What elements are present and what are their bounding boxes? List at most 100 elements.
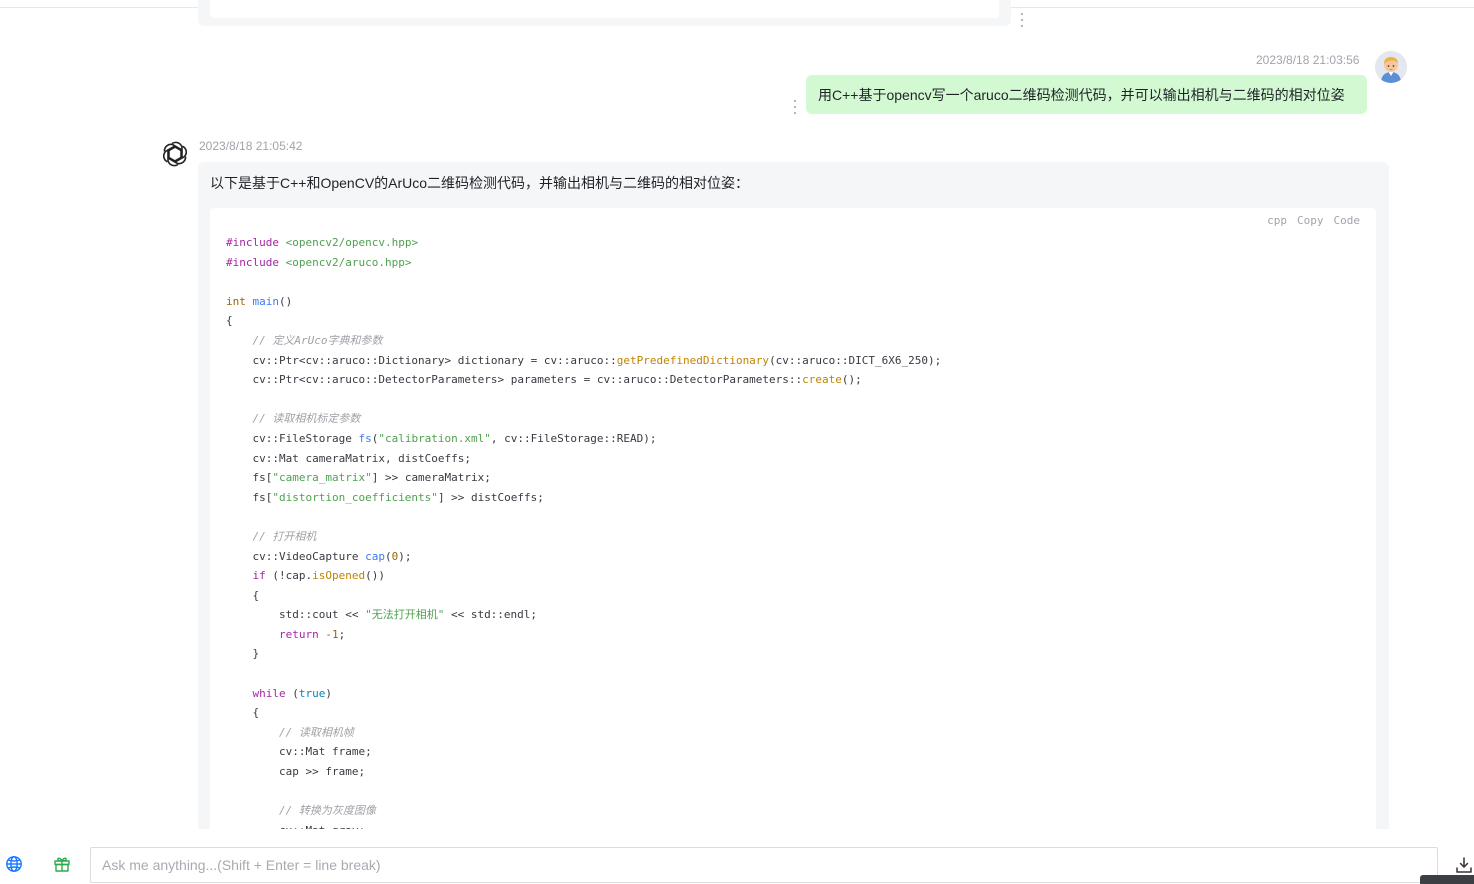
- code-token: }: [226, 647, 260, 661]
- code-token: cv::Mat cameraMatrix, distCoeffs;: [226, 451, 472, 465]
- code-token: ()): [365, 569, 385, 583]
- code-token: {: [226, 588, 260, 602]
- code-line: {: [226, 703, 941, 723]
- code-token: fs[: [226, 490, 273, 504]
- code-token: ();: [841, 373, 862, 387]
- code-token: std::cout <<: [226, 608, 366, 622]
- code-token: if: [252, 569, 266, 583]
- code-token: cv::Ptr<cv::aruco::DetectorParameters> p…: [226, 373, 803, 387]
- code-token: "无法打开相机": [365, 608, 445, 622]
- code-line: fs["distortion_coefficients"] >> distCoe…: [226, 488, 941, 508]
- globe-icon[interactable]: [5, 855, 23, 873]
- code-token: isOpened: [312, 569, 366, 583]
- code-token: -1: [325, 627, 339, 641]
- code-token: << std::endl;: [444, 608, 538, 622]
- code-token: (: [285, 686, 299, 700]
- code-token: ] >> cameraMatrix;: [371, 471, 491, 485]
- code-token: (): [279, 294, 293, 308]
- code-token: , cv::FileStorage::READ);: [490, 431, 657, 445]
- code-line: if (!cap.isOpened()): [226, 566, 941, 586]
- code-token: {: [226, 706, 260, 720]
- code-line: std::cout << "无法打开相机" << std::endl;: [226, 605, 941, 625]
- code-token: {: [226, 314, 233, 328]
- user-avatar-icon: [1375, 51, 1407, 83]
- code-line: #include <opencv2/aruco.hpp>: [226, 253, 941, 273]
- previous-code-block: [210, 0, 999, 18]
- code-line: cv::FileStorage fs("calibration.xml", cv…: [226, 429, 941, 449]
- copy-button[interactable]: Copy: [1297, 214, 1324, 227]
- code-token: (!cap.: [265, 569, 313, 583]
- code-line: }: [226, 644, 941, 664]
- code-line: // 打开相机: [226, 527, 941, 547]
- user-message-bubble: 用C++基于opencv写一个aruco二维码检测代码，并可以输出相机与二维码的…: [806, 75, 1367, 114]
- previous-message-bubble: [198, 0, 1011, 26]
- code-token: fs[: [226, 471, 273, 485]
- code-line: cv::Ptr<cv::aruco::Dictionary> dictionar…: [226, 351, 941, 371]
- download-icon[interactable]: [1455, 856, 1473, 874]
- code-token: fs: [358, 431, 372, 445]
- code-line: // 读取相机帧: [226, 723, 941, 743]
- code-token: ): [325, 686, 332, 700]
- code-token: #include: [226, 236, 279, 249]
- code-block: cpp Copy Code #include <opencv2/opencv.h…: [210, 208, 1376, 848]
- code-token: // 读取相机标定参数: [252, 412, 361, 426]
- code-line: // 转换为灰度图像: [226, 801, 941, 821]
- bot-message-bubble: 以下是基于C++和OpenCV的ArUco二维码检测代码，并输出相机与二维码的相…: [198, 162, 1389, 862]
- code-token: cap >> frame;: [226, 765, 366, 779]
- user-message-text: 用C++基于opencv写一个aruco二维码检测代码，并可以输出相机与二维码的…: [818, 86, 1345, 103]
- bot-message-intro: 以下是基于C++和OpenCV的ArUco二维码检测代码，并输出相机与二维码的相…: [210, 175, 750, 191]
- openai-logo-icon: [160, 139, 190, 169]
- code-token: cap: [365, 549, 385, 563]
- code-content: #include <opencv2/opencv.hpp> #include <o…: [226, 233, 941, 840]
- more-vertical-icon[interactable]: [1019, 13, 1025, 27]
- user-message-timestamp: 2023/8/18 21:03:56: [1256, 53, 1360, 67]
- chat-input[interactable]: [90, 847, 1438, 883]
- code-line: {: [226, 311, 941, 331]
- code-line: fs["camera_matrix"] >> cameraMatrix;: [226, 468, 941, 488]
- code-token: <opencv2/opencv.hpp>: [285, 236, 419, 249]
- code-line: // 定义ArUco字典和参数: [226, 331, 941, 351]
- bot-message-timestamp: 2023/8/18 21:05:42: [199, 139, 303, 153]
- code-line: cv::Mat cameraMatrix, distCoeffs;: [226, 449, 941, 469]
- code-line: int main(): [226, 292, 941, 312]
- code-token: // 定义ArUco字典和参数: [252, 333, 383, 347]
- code-line: // 读取相机标定参数: [226, 409, 941, 429]
- code-token: cv::Mat frame;: [226, 745, 372, 759]
- corner-widget[interactable]: [1420, 875, 1474, 884]
- code-token: <opencv2/aruco.hpp>: [285, 255, 412, 269]
- code-line: #include <opencv2/opencv.hpp>: [226, 233, 941, 253]
- code-line: cap >> frame;: [226, 762, 941, 782]
- code-line: while (true): [226, 684, 941, 704]
- code-token: cv::FileStorage: [226, 431, 359, 445]
- code-button[interactable]: Code: [1334, 214, 1361, 227]
- code-token: main: [252, 294, 280, 308]
- code-token: ;: [338, 627, 346, 641]
- code-line: cv::Ptr<cv::aruco::DetectorParameters> p…: [226, 370, 941, 390]
- more-vertical-icon[interactable]: [792, 100, 798, 114]
- code-token: while: [252, 686, 286, 700]
- code-token: "distortion_coefficients": [272, 490, 438, 504]
- code-token: cv::Ptr<cv::aruco::Dictionary> dictionar…: [226, 353, 617, 367]
- code-token: "camera_matrix": [272, 471, 372, 485]
- code-token: // 转换为灰度图像: [278, 804, 376, 818]
- code-toolbar: cpp Copy Code: [1267, 214, 1360, 227]
- code-token: // 打开相机: [252, 529, 317, 543]
- code-token: getPredefinedDictionary: [616, 353, 770, 367]
- code-token: #include: [226, 255, 279, 269]
- gift-icon[interactable]: [53, 855, 71, 873]
